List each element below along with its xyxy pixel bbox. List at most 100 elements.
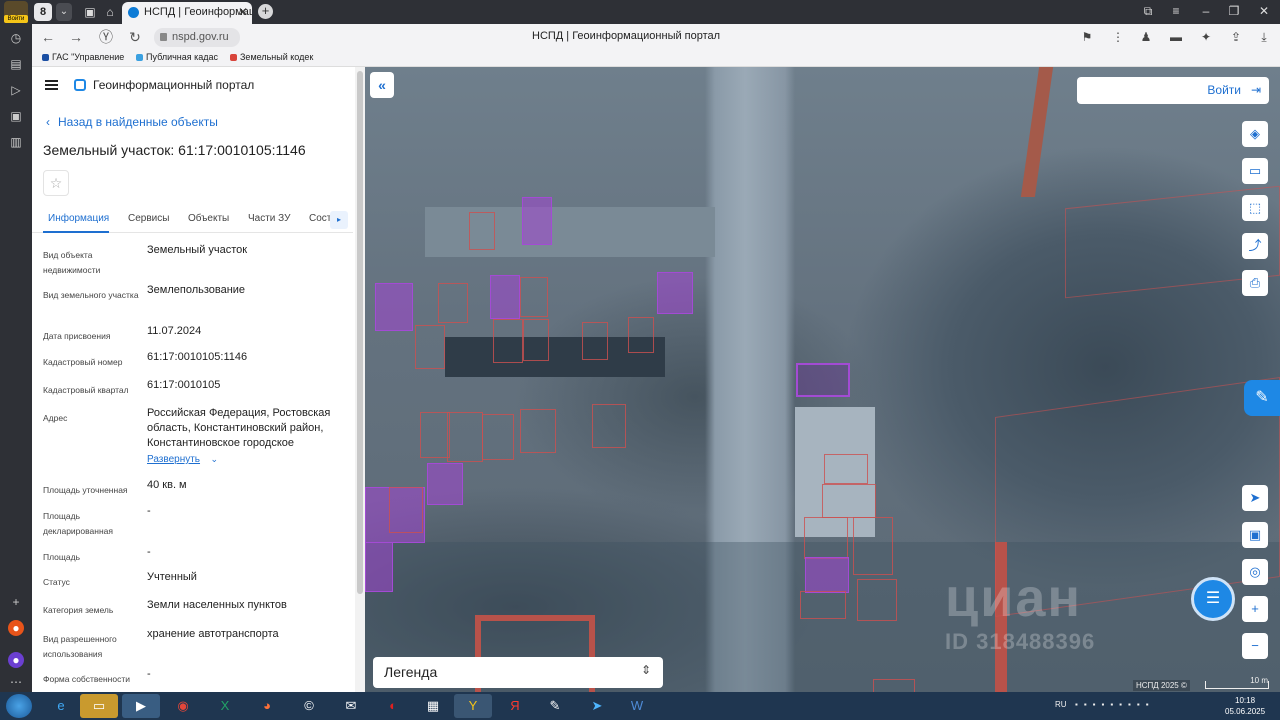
parcel[interactable] — [824, 454, 868, 484]
explorer-icon[interactable]: ▭ — [80, 694, 118, 718]
parcel[interactable] — [857, 579, 897, 621]
reload-icon[interactable]: ↻ — [127, 29, 143, 45]
history-icon[interactable]: ◷ — [8, 30, 24, 46]
parcel[interactable] — [582, 322, 608, 360]
legend-dropdown[interactable]: Легенда ⇕ — [373, 657, 663, 688]
login-button[interactable]: Войти ⇥ — [1077, 77, 1269, 104]
system-clock[interactable]: 10:18 05.06.2025 — [1225, 695, 1265, 717]
parcel[interactable] — [800, 591, 846, 619]
assistant-bubble-icon[interactable]: ✎ — [1244, 380, 1280, 416]
media-player-icon[interactable]: ▶ — [122, 694, 160, 718]
maximize-icon[interactable]: ❐ — [1226, 4, 1242, 18]
parcel[interactable] — [822, 484, 876, 518]
yandex-browser-icon[interactable]: Y — [454, 694, 492, 718]
parcel[interactable] — [389, 487, 423, 533]
zoom-out-icon[interactable]: − — [1242, 633, 1268, 659]
parcel[interactable] — [469, 212, 495, 250]
close-tab-icon[interactable]: ✕ — [238, 2, 248, 22]
tab-information[interactable]: Информация — [48, 213, 109, 224]
parcel[interactable] — [873, 679, 915, 692]
media-icon[interactable]: ▷ — [8, 82, 24, 98]
parcel[interactable] — [420, 412, 450, 458]
ruler-icon[interactable]: ▭ — [1242, 158, 1268, 184]
more-icon[interactable]: ⋮ — [1110, 29, 1126, 45]
parcel[interactable] — [438, 283, 468, 323]
parcel[interactable] — [522, 197, 552, 245]
print-icon[interactable]: ⎙ — [1242, 270, 1268, 296]
layers-icon[interactable]: ◈ — [1242, 121, 1268, 147]
bookmark-icon[interactable]: ⚑ — [1079, 29, 1095, 45]
word-icon[interactable]: W — [618, 694, 656, 718]
language-indicator[interactable]: RU — [1055, 700, 1067, 709]
panel-scrollbar[interactable] — [355, 67, 365, 692]
share-icon[interactable]: ⇪ — [1228, 29, 1244, 45]
location-search-icon[interactable]: ◎ — [1242, 559, 1268, 585]
tab-land-parts[interactable]: Части ЗУ — [248, 213, 290, 224]
reader-icon[interactable]: ▬ — [1168, 29, 1184, 45]
firefox-icon[interactable]: ◕ — [248, 694, 286, 718]
forward-icon[interactable]: → — [68, 29, 84, 45]
profile-avatar[interactable]: Войти — [4, 1, 28, 23]
new-tab-button[interactable]: + — [258, 4, 273, 19]
map-canvas[interactable]: циан ID 318488396 « Войти ⇥ ◈ ▭ ⬚ ⤴ ⎙ ✎ … — [365, 67, 1280, 692]
minimize-icon[interactable]: – — [1198, 4, 1214, 18]
chrome-icon[interactable]: ◉ — [164, 694, 202, 718]
collapse-panel-icon[interactable]: « — [370, 72, 394, 98]
url-field[interactable]: nspd.gov.ru — [154, 28, 240, 47]
tab-dropdown-icon[interactable]: ⌄ — [56, 3, 72, 21]
minimap-icon[interactable]: ▣ — [1242, 522, 1268, 548]
parcel[interactable] — [628, 317, 654, 353]
alice-assistant-icon[interactable]: ● — [8, 652, 24, 668]
parcel[interactable] — [520, 277, 548, 317]
parcel[interactable] — [427, 463, 463, 505]
tab-services[interactable]: Сервисы — [128, 213, 169, 224]
parcel[interactable] — [365, 542, 393, 592]
active-tab[interactable]: НСПД | Геоинформацио ✕ — [122, 2, 252, 24]
scrollbar-thumb[interactable] — [357, 71, 363, 594]
parcel[interactable] — [804, 517, 848, 559]
parcel[interactable] — [482, 414, 514, 460]
parcel[interactable] — [493, 319, 523, 363]
yandex-icon[interactable]: Ⓨ — [98, 29, 114, 45]
close-window-icon[interactable]: ✕ — [1256, 4, 1272, 18]
back-to-results-link[interactable]: ‹ Назад в найденные объекты — [46, 115, 218, 129]
selected-parcel[interactable] — [796, 363, 850, 397]
collections-icon[interactable]: ▤ — [8, 56, 24, 72]
parcel[interactable] — [490, 275, 520, 319]
paint-icon[interactable]: ✎ — [536, 694, 574, 718]
excel-icon[interactable]: X — [206, 694, 244, 718]
parcel[interactable] — [415, 325, 445, 369]
geolocation-icon[interactable]: ➤ — [1242, 485, 1268, 511]
parcel[interactable] — [375, 283, 413, 331]
bookmarks-panel-icon[interactable]: ⧉ — [1140, 4, 1156, 19]
parcel[interactable] — [447, 412, 483, 462]
home-tab-icon[interactable]: ⌂ — [102, 4, 118, 20]
extension-icon[interactable]: ♟ — [1138, 29, 1154, 45]
tray-icons[interactable]: ▪▪▪▪▪▪▪▪▪ — [1075, 700, 1155, 709]
chat-button[interactable]: ☰ — [1191, 577, 1235, 621]
pinned-tab-icon[interactable]: ▣ — [82, 4, 98, 20]
browser-menu-icon[interactable]: ≡ — [1168, 4, 1184, 18]
parcel[interactable] — [520, 409, 556, 453]
yandex-icon[interactable]: Я — [496, 694, 534, 718]
bookmark-item[interactable]: ГАС "Управление — [42, 52, 128, 62]
parcel[interactable] — [523, 319, 549, 361]
tab-count-button[interactable]: 8 — [34, 3, 52, 21]
parcel[interactable] — [657, 272, 693, 314]
app-icon[interactable]: ◐ — [374, 694, 412, 718]
menu-icon[interactable] — [45, 80, 58, 90]
app-icon[interactable]: ▦ — [414, 694, 452, 718]
favorite-star-icon[interactable]: ☆ — [43, 170, 69, 196]
ie-icon[interactable]: e — [42, 694, 80, 718]
select-area-icon[interactable]: ⬚ — [1242, 195, 1268, 221]
back-icon[interactable]: ← — [40, 29, 56, 45]
share-icon[interactable]: ⤴ — [1242, 233, 1268, 259]
bookmark-item[interactable]: Публичная кадас — [136, 52, 220, 62]
telegram-icon[interactable]: ➤ — [578, 694, 616, 718]
zoom-in-icon[interactable]: + — [1242, 596, 1268, 622]
parcel[interactable] — [853, 517, 893, 575]
app-icon[interactable]: ✉ — [332, 694, 370, 718]
add-panel-icon[interactable]: + — [8, 594, 24, 610]
browser-app-icon[interactable]: ● — [8, 620, 24, 636]
cc-icon[interactable]: © — [290, 694, 328, 718]
